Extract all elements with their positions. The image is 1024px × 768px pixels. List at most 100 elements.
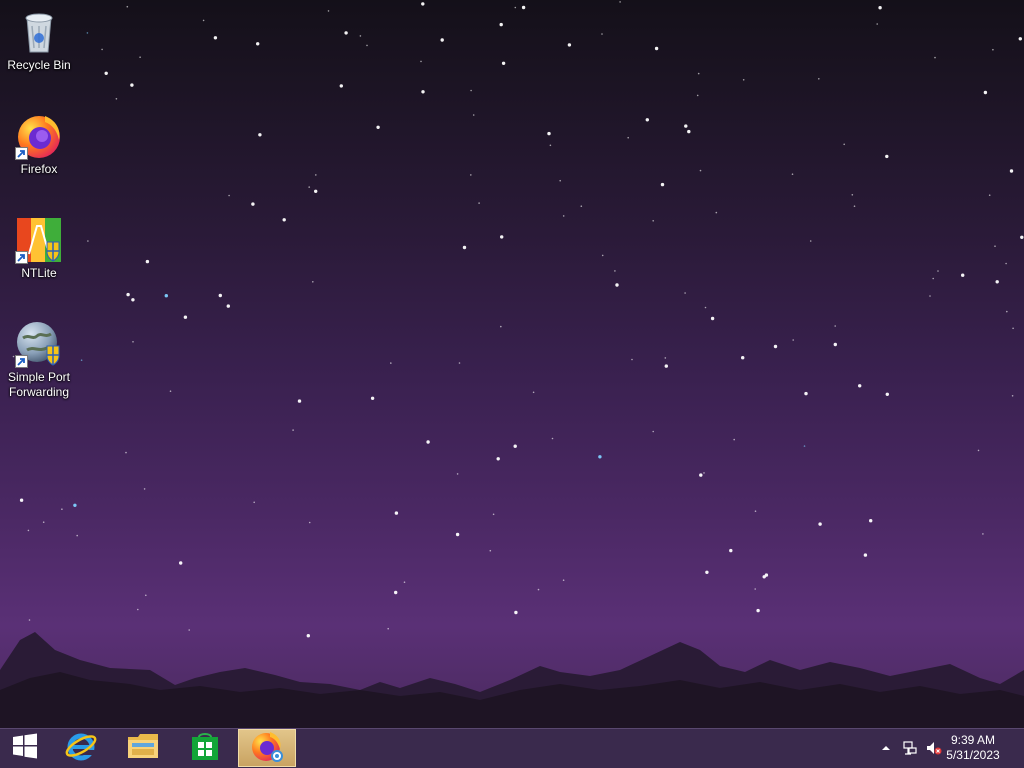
desktop-icon-label: Simple Port Forwarding [7,370,71,399]
desktop-background[interactable]: Recycle Bin Firefox NTLite Simple Port F… [0,0,1024,728]
star [932,277,934,280]
star [762,575,766,579]
star [145,259,150,264]
windows-start-icon [12,733,38,764]
star [308,186,311,188]
taskbar-store[interactable] [176,729,234,767]
star [521,5,526,10]
star [567,43,572,47]
globe-icon [15,320,63,368]
star [131,298,135,302]
taskbar-file-explorer[interactable] [114,729,172,767]
start-button[interactable] [0,729,50,767]
star [308,521,311,524]
star [532,391,535,394]
network-icon[interactable] [902,740,918,756]
clock[interactable]: 9:39 AM 5/31/2023 [938,733,1008,763]
star [169,390,172,393]
star [699,169,702,172]
star [145,594,147,597]
star [710,316,715,321]
clock-time: 9:39 AM [950,733,996,747]
star [1018,37,1022,41]
star [995,280,999,284]
star [376,125,380,129]
star [756,608,760,613]
desktop-icon-label: Firefox [20,162,58,176]
star [937,270,939,272]
star [645,118,649,122]
star [327,10,330,12]
star [462,245,467,250]
star [19,498,24,502]
star [80,359,83,362]
desktop-icon-firefox[interactable]: Firefox [1,112,77,177]
star [513,444,517,448]
star [470,89,472,92]
star [876,23,878,25]
star [514,6,517,9]
star [885,154,889,159]
star [818,78,820,80]
star [455,532,460,537]
star [297,399,302,403]
star [164,294,168,298]
star [684,124,688,128]
star [537,588,540,591]
star [853,205,856,207]
taskbar-internet-explorer[interactable] [52,729,110,767]
star [559,179,561,182]
star [292,429,294,431]
star [664,364,668,368]
store-icon [190,731,220,766]
star [614,270,616,272]
star [499,22,503,27]
star [818,522,822,526]
star [42,521,45,523]
star [251,202,255,206]
star [699,473,703,477]
star [126,292,130,297]
star [492,513,495,516]
star [1012,327,1014,330]
star [126,5,129,8]
star [580,205,583,207]
star [703,472,705,474]
ntlite-icon [15,216,63,264]
taskbar: 9:39 AM 5/31/2023 [0,728,1024,768]
show-hidden-icons-arrow[interactable] [878,740,894,756]
star [696,94,699,97]
star [1011,395,1014,397]
star [551,437,554,440]
desktop-icon-simple-port-forwarding[interactable]: Simple Port Forwarding [1,320,77,400]
star [73,503,77,507]
star [258,133,262,137]
star [143,488,146,490]
shortcut-arrow-icon [15,355,28,368]
star [86,32,89,34]
star [652,220,654,222]
star [684,292,686,294]
star [804,391,808,396]
star [664,357,667,359]
star [101,48,103,51]
star [282,218,286,222]
starry-sky [12,1,1024,638]
star [228,194,230,197]
star [137,608,139,611]
star [601,254,604,257]
star [988,194,991,196]
desktop-icon-recycle-bin[interactable]: Recycle Bin [1,8,77,73]
star [470,174,472,176]
star [394,511,399,515]
star [754,510,757,512]
star [858,384,862,388]
star [1005,262,1007,265]
recycle-bin-icon [15,8,63,56]
star [202,19,205,22]
star [496,457,500,461]
desktop-icon-ntlite[interactable]: NTLite [1,216,77,281]
star [803,445,806,447]
star [27,529,30,532]
taskbar-firefox[interactable] [238,729,296,767]
